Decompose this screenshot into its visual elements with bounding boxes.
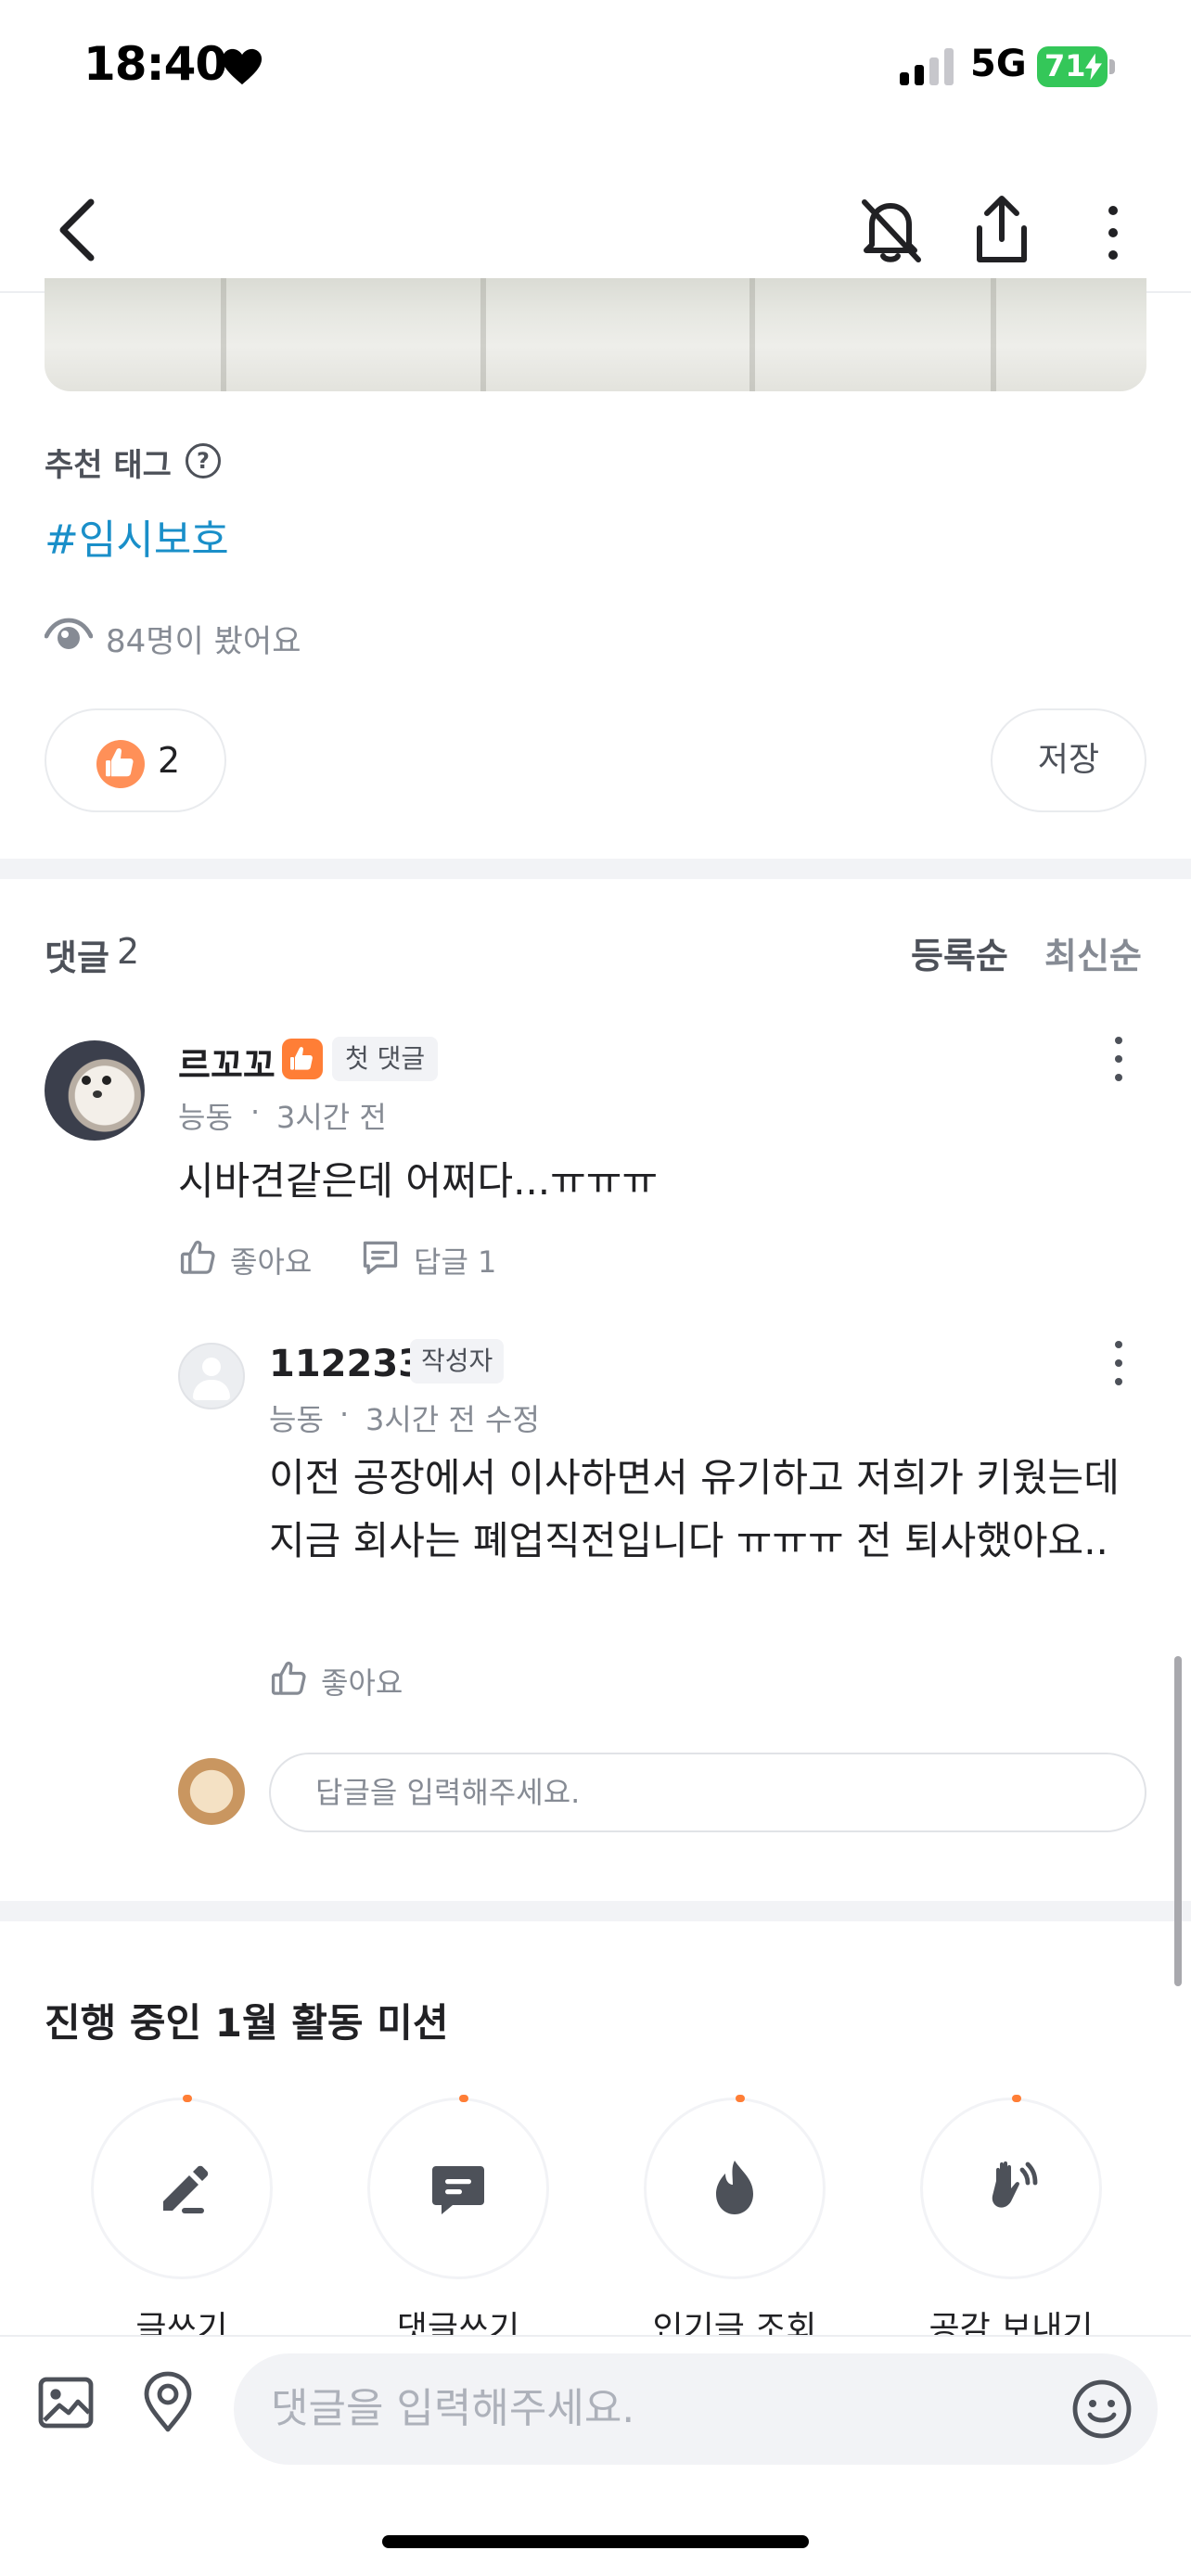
comment-text: 시바견같은데 어쩌다...ㅠㅠㅠ	[178, 1158, 659, 1204]
status-time: 18:40	[83, 37, 227, 91]
comment-location: 능동	[178, 1100, 233, 1135]
level-badge-icon	[282, 1039, 323, 1079]
meta-separator: ·	[250, 1094, 261, 1129]
recommended-tags-title: 추천 태그	[45, 447, 172, 484]
location-icon[interactable]	[137, 2370, 198, 2435]
first-comment-badge: 첫 댓글	[332, 1037, 439, 1081]
reply-icon[interactable]	[360, 1237, 401, 1278]
avatar	[178, 1758, 245, 1825]
comment-time: 3시간 전 수정	[365, 1402, 540, 1437]
save-button[interactable]: 저장	[991, 708, 1146, 812]
comment-time: 3시간 전	[276, 1100, 387, 1135]
battery-icon: 71	[1037, 46, 1115, 87]
mission-progress	[459, 2095, 468, 2102]
image-icon[interactable]	[35, 2372, 96, 2433]
like-comment-button[interactable]: 좋아요	[321, 1660, 403, 1702]
thumbs-up-icon[interactable]	[178, 1237, 219, 1278]
network-label: 5G	[970, 43, 1027, 85]
charging-icon	[1085, 53, 1102, 81]
like-comment-button[interactable]: 좋아요	[230, 1239, 312, 1282]
reply-button[interactable]: 답글 1	[414, 1239, 496, 1282]
back-icon[interactable]	[54, 197, 98, 263]
help-icon[interactable]: ?	[186, 443, 221, 478]
avatar[interactable]	[178, 1343, 245, 1409]
comments-title: 댓글	[45, 937, 109, 978]
home-indicator	[382, 2535, 809, 2548]
comment-more-icon[interactable]	[1113, 1341, 1124, 1393]
section-divider	[0, 859, 1191, 879]
author-badge: 작성자	[410, 1339, 505, 1384]
comments-count: 2	[117, 931, 140, 972]
scrollbar[interactable]	[1174, 1656, 1182, 1986]
meta-separator: ·	[339, 1396, 350, 1432]
eye-icon	[45, 618, 93, 649]
wave-hand-icon	[992, 2161, 1038, 2208]
pencil-icon	[163, 2165, 209, 2213]
section-divider	[0, 1901, 1191, 1921]
thumbs-up-icon	[96, 740, 145, 788]
sort-newest-button[interactable]: 최신순	[1044, 927, 1142, 978]
comment-input[interactable]: 댓글을 입력해주세요.	[234, 2353, 1158, 2465]
signal-icon	[900, 48, 954, 85]
mission-progress	[183, 2095, 192, 2102]
chat-icon	[432, 2166, 484, 2214]
like-count: 2	[158, 740, 181, 781]
comment-location: 능동	[269, 1402, 324, 1437]
mission-progress	[1012, 2095, 1021, 2102]
more-icon[interactable]	[1108, 206, 1119, 265]
comment-more-icon[interactable]	[1113, 1037, 1124, 1089]
sort-registered-button[interactable]: 등록순	[911, 927, 1008, 978]
mission-progress	[736, 2095, 745, 2102]
hashtag-link[interactable]: #임시보호	[45, 506, 229, 566]
heart-icon	[222, 48, 263, 85]
thumbs-up-icon[interactable]	[269, 1658, 310, 1699]
view-count: 84명이 봤어요	[106, 623, 301, 660]
avatar[interactable]	[45, 1040, 145, 1141]
notification-off-icon[interactable]	[857, 195, 924, 265]
reply-input[interactable]: 답글을 입력해주세요.	[269, 1753, 1146, 1832]
emoji-icon[interactable]	[1070, 2378, 1133, 2441]
battery-level: 71	[1044, 48, 1086, 83]
fire-icon	[716, 2161, 753, 2214]
comment-text: 이전 공장에서 이사하면서 유기하고 저희가 키웠는데 지금 회사는 폐업직전입…	[269, 1455, 1120, 1563]
commenter-name[interactable]: 112233	[269, 1343, 424, 1385]
commenter-name[interactable]: 르꼬꼬	[178, 1037, 275, 1088]
share-icon[interactable]	[970, 195, 1033, 265]
missions-title: 진행 중인 1월 활동 미션	[45, 2000, 449, 2046]
post-photo[interactable]	[45, 278, 1146, 391]
